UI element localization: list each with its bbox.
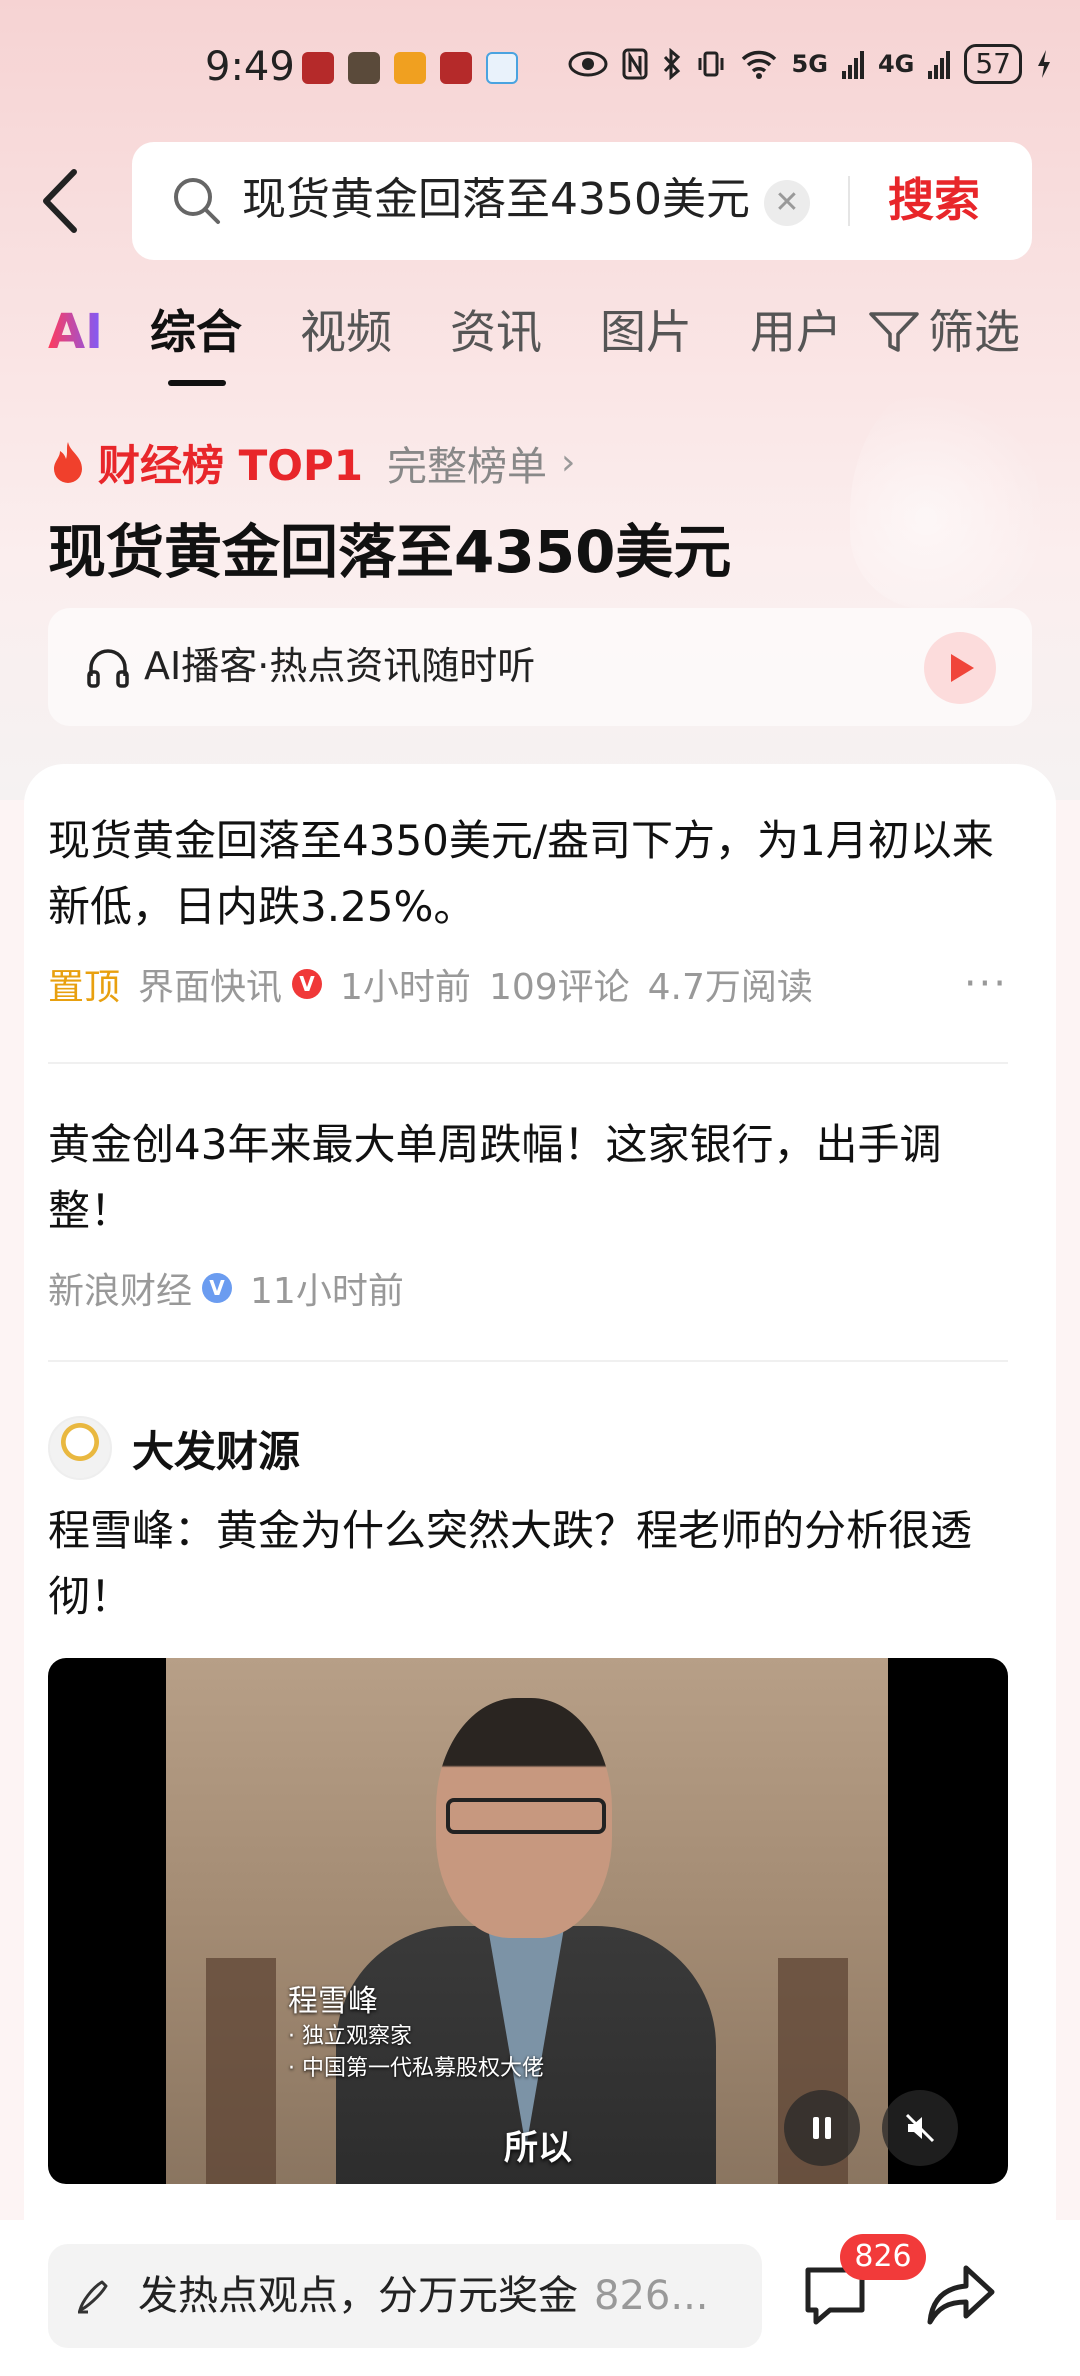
news-item[interactable]: 现货黄金回落至4350美元/盎司下方，为1月初以来新低，日内跌3.25%。 置顶… xyxy=(48,808,1008,1010)
filter-button[interactable]: 筛选 xyxy=(868,302,1020,362)
video-caption-role: · 独立观察家 xyxy=(288,2024,412,2049)
news-item[interactable]: 黄金创43年来最大单周跌幅！这家银行，出手调整！ 新浪财经 V 11小时前 xyxy=(48,1112,1008,1314)
app-notification-icon xyxy=(486,52,518,84)
filter-icon xyxy=(869,312,919,352)
divider xyxy=(48,1062,1008,1064)
mute-button[interactable] xyxy=(882,2090,958,2166)
bluetooth-icon xyxy=(663,48,680,80)
network-5g-label: 5G xyxy=(791,50,828,78)
share-button[interactable] xyxy=(926,2262,996,2328)
pinned-tag: 置顶 xyxy=(48,967,121,1008)
video-frame xyxy=(166,1658,888,2184)
app-notification-icon xyxy=(302,52,334,84)
podcast-play-button[interactable] xyxy=(924,632,996,704)
full-list-link[interactable]: 完整榜单 xyxy=(387,434,547,492)
comment-input[interactable]: 发热点观点，分万元奖金 826... xyxy=(48,2244,762,2348)
search-icon xyxy=(174,178,220,224)
vibrate-icon xyxy=(698,51,724,77)
topic-title: 现货黄金回落至4350美元 xyxy=(48,518,732,586)
avatar[interactable] xyxy=(48,1416,112,1480)
news-time: 11小时前 xyxy=(250,1271,404,1312)
video-player[interactable]: 程雪峰 · 独立观察家 · 中国第一代私募股权大佬 所以 xyxy=(48,1658,1008,2184)
video-caption-role: · 中国第一代私募股权大佬 xyxy=(288,2056,544,2081)
signal-icon xyxy=(928,51,951,79)
signal-icon xyxy=(841,51,864,79)
rank-label: 财经榜 TOP1 xyxy=(98,441,363,490)
more-options-button[interactable]: ··· xyxy=(964,961,1008,1007)
tab-comprehensive[interactable]: 综合 xyxy=(150,302,242,362)
chevron-left-icon xyxy=(43,169,77,233)
verified-badge-icon: V xyxy=(202,1273,233,1303)
news-title[interactable]: 黄金创43年来最大单周跌幅！这家银行，出手调整！ xyxy=(48,1112,1008,1244)
search-tabs: AI 综合 视频 资讯 图片 用户 筛选 xyxy=(0,290,1080,390)
news-source[interactable]: 界面快讯 xyxy=(138,958,282,1010)
search-divider xyxy=(848,176,850,226)
headphones-icon xyxy=(87,649,129,688)
battery-indicator: 57 xyxy=(964,44,1022,84)
chevron-right-icon: › xyxy=(560,442,576,483)
system-icons: 5G 4G 57 xyxy=(568,44,1052,84)
post-text[interactable]: 程雪峰：黄金为什么突然大跌？程老师的分析很透彻！ xyxy=(48,1498,1008,1630)
ai-podcast-bar[interactable]: AI播客·热点资讯随时听 xyxy=(48,608,1032,726)
news-source[interactable]: 新浪财经 xyxy=(48,1262,192,1314)
tab-news[interactable]: 资讯 xyxy=(450,302,542,362)
active-tab-indicator xyxy=(168,380,226,386)
app-notification-icon xyxy=(348,52,380,84)
app-notification-icon xyxy=(440,52,472,84)
comment-count-badge: 826 xyxy=(840,2234,926,2280)
tab-ai[interactable]: AI xyxy=(48,302,103,362)
eye-icon xyxy=(568,51,608,77)
news-comment-count: 109评论 xyxy=(488,967,630,1008)
news-meta: 置顶 界面快讯 V 1小时前 109评论 4.7万阅读 ··· xyxy=(48,958,1008,1010)
author-name[interactable]: 大发财源 xyxy=(132,1418,300,1479)
chair-shape xyxy=(206,1958,276,2184)
network-4g-label: 4G xyxy=(877,50,915,78)
pause-button[interactable] xyxy=(784,2090,860,2166)
notification-icons xyxy=(302,52,518,84)
post-author[interactable]: 大发财源 xyxy=(48,1416,300,1480)
podcast-label: AI播客·热点资讯随时听 xyxy=(144,644,536,688)
status-bar: 9:49 5G 4G 57 xyxy=(0,0,1080,140)
bottom-bar: 发热点观点，分万元奖金 826... 826 xyxy=(0,2220,1080,2376)
tab-images[interactable]: 图片 xyxy=(600,302,692,362)
news-time: 1小时前 xyxy=(340,967,471,1008)
comment-count-inline: 826... xyxy=(594,2273,709,2319)
verified-badge-icon: V xyxy=(292,969,323,999)
video-caption-name: 程雪峰 xyxy=(288,1984,378,2019)
fire-icon xyxy=(54,441,82,483)
play-icon xyxy=(951,654,974,682)
filter-label: 筛选 xyxy=(928,305,1020,359)
pause-icon xyxy=(813,2117,831,2139)
news-title[interactable]: 现货黄金回落至4350美元/盎司下方，为1月初以来新低，日内跌3.25%。 xyxy=(48,808,1008,940)
search-button[interactable]: 搜索 xyxy=(888,170,980,230)
status-time: 9:49 xyxy=(205,44,295,90)
tab-video[interactable]: 视频 xyxy=(300,302,392,362)
video-subtitle: 所以 xyxy=(504,2128,572,2168)
nfc-icon xyxy=(622,48,648,80)
app-notification-icon xyxy=(394,52,426,84)
clear-search-button[interactable]: ✕ xyxy=(764,180,810,226)
divider xyxy=(48,1360,1008,1362)
tab-users[interactable]: 用户 xyxy=(750,302,842,362)
speaker-glasses xyxy=(446,1798,606,1834)
search-box[interactable]: 现货黄金回落至4350美元 ✕ 搜索 xyxy=(132,142,1032,260)
back-button[interactable] xyxy=(40,168,100,234)
comment-placeholder: 发热点观点，分万元奖金 xyxy=(138,2273,578,2319)
charging-icon xyxy=(1038,50,1050,78)
close-icon: ✕ xyxy=(774,185,800,220)
pen-icon xyxy=(78,2280,108,2314)
wifi-icon xyxy=(741,50,776,79)
news-meta: 新浪财经 V 11小时前 xyxy=(48,1262,1008,1314)
muted-speaker-icon xyxy=(905,2113,935,2143)
trending-rank-line: 财经榜 TOP1 完整榜单 › xyxy=(48,432,575,493)
news-read-count: 4.7万阅读 xyxy=(647,967,813,1008)
share-icon xyxy=(927,2265,995,2325)
